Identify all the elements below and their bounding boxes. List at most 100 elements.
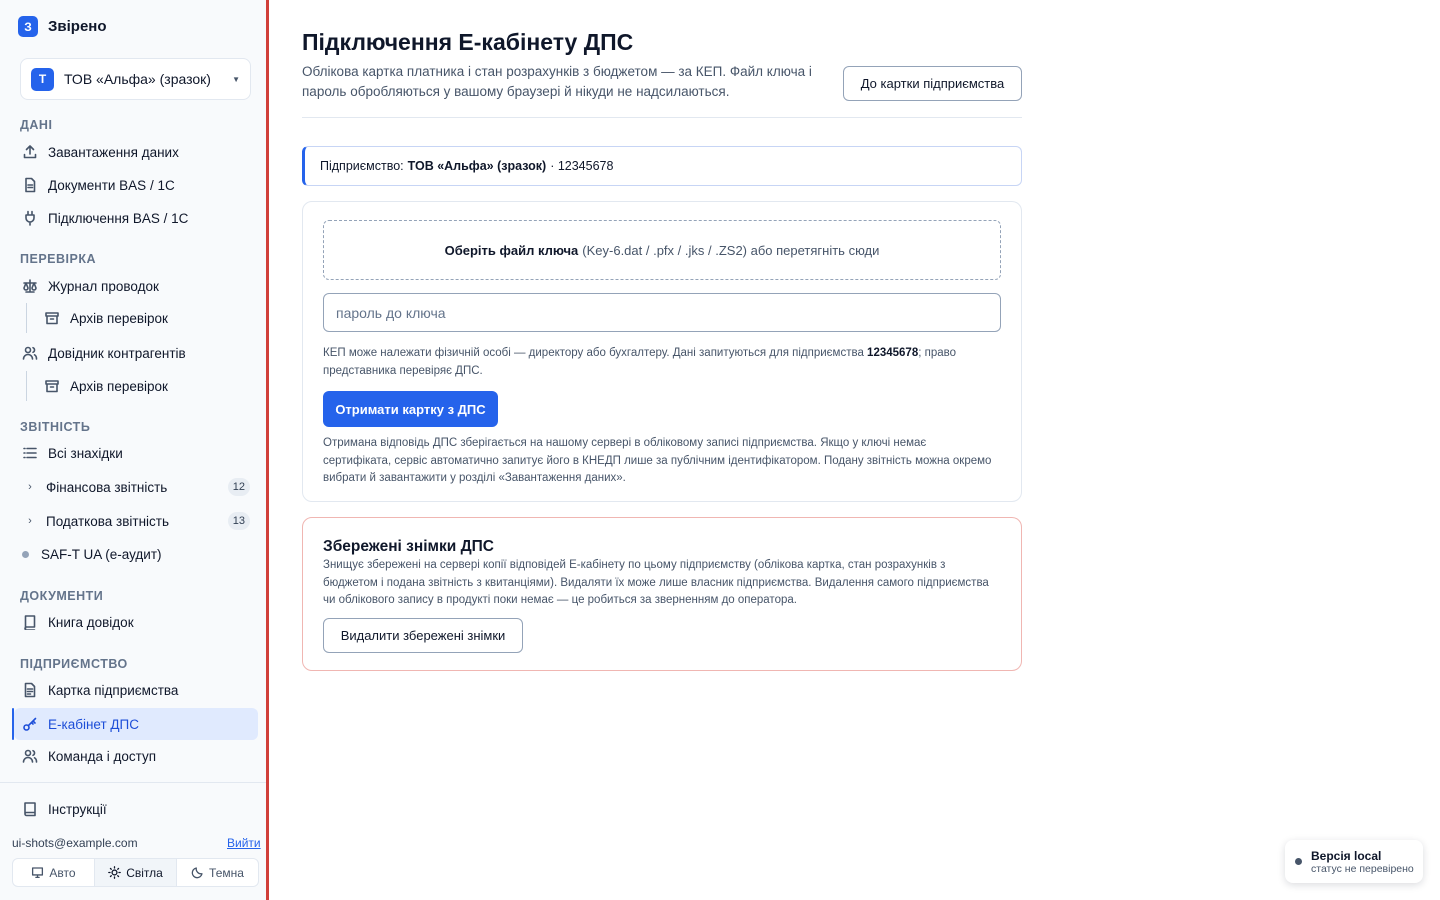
archive-icon	[45, 312, 59, 325]
status-dot-icon	[1295, 858, 1302, 865]
sidebar-item-label: Документи BAS / 1С	[48, 177, 175, 193]
sun-icon	[108, 866, 122, 879]
section-label-documents: ДОКУМЕНТИ	[20, 589, 104, 603]
company-label: Підприємство:	[320, 159, 404, 173]
kep-hint-text: КЕП може належати фізичній особі — дирек…	[323, 347, 864, 359]
file-text-icon	[24, 682, 36, 698]
brand-name: Звірено	[48, 18, 107, 35]
key-password-input[interactable]	[323, 293, 1001, 332]
sidebar-item-label: Підключення BAS / 1С	[48, 210, 189, 226]
team-icon	[22, 749, 38, 763]
sidebar-item-label: Фінансова звітність	[46, 479, 168, 495]
sidebar-item-label: Журнал проводок	[48, 278, 159, 294]
archive-icon	[45, 380, 59, 393]
organization-select[interactable]: Т ТОВ «Альфа» (зразок) ▼	[20, 58, 251, 100]
org-name: ТОВ «Альфа» (зразок)	[64, 71, 211, 87]
sidebar-item-label: Податкова звітність	[46, 513, 169, 529]
sidebar-item-label: Всі знахідки	[48, 445, 123, 461]
book-icon	[24, 615, 36, 630]
header-divider	[302, 117, 1022, 118]
chevron-right-icon[interactable]: ›	[22, 515, 38, 527]
theme-dark-button[interactable]: Темна	[177, 859, 258, 886]
key-file-dropzone[interactable]: Оберіть файл ключа (Key-6.dat / .pfx / .…	[323, 220, 1001, 280]
get-dps-card-button[interactable]: Отримати картку з ДПС	[323, 391, 498, 427]
sidebar-item-label: Команда і доступ	[48, 748, 157, 764]
sidebar-item-bas-docs[interactable]: Документи BAS / 1С	[14, 170, 258, 200]
sidebar-item-financial[interactable]: › Фінансова звітність 12	[14, 472, 258, 502]
sidebar: З Звірено Т ТОВ «Альфа» (зразок) ▼ ДАНІ …	[0, 0, 266, 900]
sidebar-item-ecabinet[interactable]: Е-кабінет ДПС	[14, 708, 258, 740]
plug-icon	[25, 210, 35, 226]
list-icon	[23, 447, 37, 459]
sidebar-item-journal[interactable]: Журнал проводок	[14, 271, 258, 301]
org-avatar: Т	[31, 67, 54, 91]
saved-snapshots-card: Збережені знімки ДПС Знищує збережені на…	[302, 517, 1022, 671]
sidebar-item-label: Довідник контрагентів	[48, 345, 186, 361]
theme-dark-label: Темна	[209, 865, 244, 880]
sidebar-item-all-findings[interactable]: Всі знахідки	[14, 438, 258, 468]
sidebar-border	[266, 0, 269, 900]
sidebar-item-bas-connect[interactable]: Підключення BAS / 1С	[14, 203, 258, 233]
users-icon	[22, 346, 38, 360]
sidebar-item-team[interactable]: Команда і доступ	[14, 741, 258, 771]
sidebar-item-label: Архів перевірок	[70, 310, 168, 326]
dropzone-formats: (Key-6.dat / .pfx / .jks / .ZS2) або пер…	[582, 242, 880, 258]
sidebar-item-company-card[interactable]: Картка підприємства	[14, 675, 258, 705]
to-company-card-button[interactable]: До картки підприємства	[843, 66, 1022, 101]
key-card: Оберіть файл ключа (Key-6.dat / .pfx / .…	[302, 201, 1022, 502]
company-code: · 12345678	[550, 159, 614, 173]
page-subtitle: Облікова картка платника і стан розрахун…	[302, 64, 812, 99]
count-badge: 12	[227, 478, 250, 496]
logout-link[interactable]: Вийти	[227, 836, 261, 850]
brand-logo: З	[18, 16, 38, 37]
sidebar-item-counterparties[interactable]: Довідник контрагентів	[14, 338, 258, 368]
count-badge: 13	[227, 512, 250, 530]
sidebar-item-label: Е-кабінет ДПС	[48, 716, 139, 732]
version-toast[interactable]: Версія local статус не перевірено	[1285, 840, 1423, 883]
sidebar-item-instructions[interactable]: Інструкції	[14, 794, 258, 824]
snapshots-title: Збережені знімки ДПС	[323, 538, 494, 555]
sidebar-item-book[interactable]: Книга довідок	[14, 607, 258, 637]
section-label-check: ПЕРЕВІРКА	[20, 252, 96, 266]
status-dot-icon	[22, 550, 29, 558]
delete-snapshots-button[interactable]: Видалити збережені знімки	[323, 618, 523, 653]
sidebar-item-tax[interactable]: › Податкова звітність 13	[14, 506, 258, 536]
kep-hint: КЕП може належати фізичній особі — дирек…	[323, 345, 993, 380]
sidebar-item-label: Книга довідок	[48, 614, 134, 630]
monitor-icon	[32, 867, 44, 879]
sidebar-item-upload[interactable]: Завантаження даних	[14, 137, 258, 167]
scales-icon	[23, 279, 37, 293]
theme-auto-label: Авто	[49, 865, 76, 880]
page-title: Підключення Е-кабінету ДПС	[302, 29, 634, 55]
caret-down-icon: ▼	[232, 74, 240, 84]
sidebar-item-counterparties-archive[interactable]: Архів перевірок	[36, 371, 258, 401]
snapshots-description: Знищує збережені на сервері копії відпов…	[323, 559, 989, 606]
theme-light-button[interactable]: Світла	[95, 859, 177, 886]
company-info-bar: Підприємство: ТОВ «Альфа» (зразок) · 123…	[302, 146, 1022, 186]
dropzone-title: Оберіть файл ключа	[444, 242, 579, 258]
theme-auto-button[interactable]: Авто	[13, 859, 95, 886]
moon-icon	[191, 867, 203, 879]
sub-nav-line	[26, 303, 27, 333]
chevron-right-icon[interactable]: ›	[22, 481, 38, 493]
book-open-icon	[24, 802, 36, 817]
sidebar-item-label: Картка підприємства	[48, 682, 179, 698]
sidebar-divider	[0, 782, 266, 783]
key-icon	[23, 717, 37, 731]
kep-hint-code: 12345678	[867, 347, 919, 359]
theme-light-label: Світла	[126, 865, 163, 880]
section-label-company: ПІДПРИЄМСТВО	[20, 657, 128, 671]
sidebar-item-saft[interactable]: SAF-T UA (е-аудит)	[14, 539, 258, 569]
storage-footnote: Отримана відповідь ДПС зберігається на н…	[323, 437, 992, 484]
toast-body: Версія local статус не перевірено	[1311, 849, 1414, 875]
company-name: ТОВ «Альфа» (зразок)	[407, 159, 547, 173]
brand[interactable]: З Звірено	[18, 16, 107, 37]
sidebar-item-label: Завантаження даних	[48, 144, 179, 160]
sidebar-item-journal-archive[interactable]: Архів перевірок	[36, 303, 258, 333]
sidebar-item-label: Інструкції	[48, 801, 107, 817]
user-email: ui-shots@example.com	[12, 836, 138, 850]
sidebar-item-label: SAF-T UA (е-аудит)	[41, 546, 162, 562]
theme-switch: Авто Світла Темна	[12, 858, 259, 887]
section-label-data: ДАНІ	[20, 118, 53, 132]
document-icon	[25, 177, 36, 193]
